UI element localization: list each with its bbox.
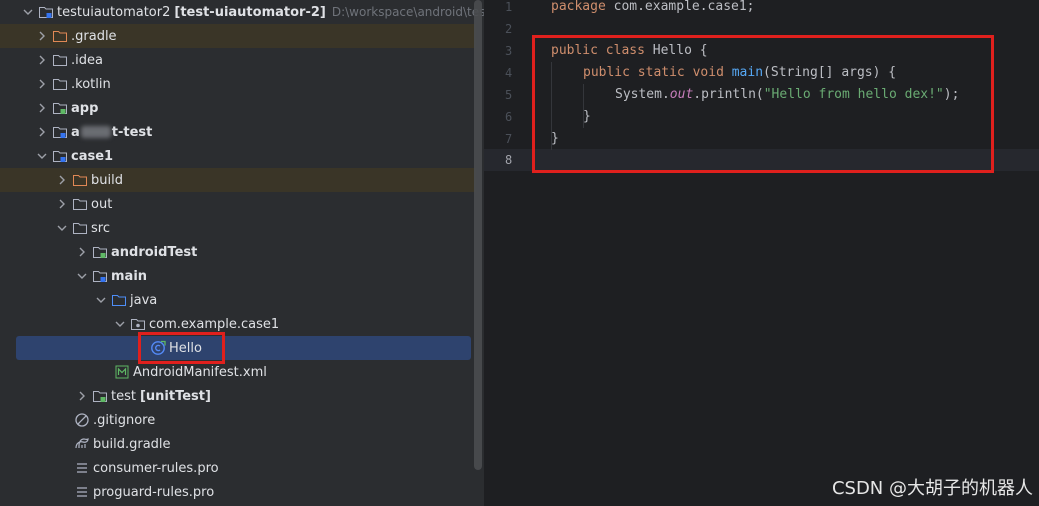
source-folder-icon — [111, 292, 127, 308]
tree-label-source-set: [unitTest] — [139, 388, 211, 404]
tree-label: build.gradle — [93, 436, 171, 452]
tree-label: main — [111, 268, 148, 284]
tree-row-androidtest[interactable]: androidTest — [0, 240, 476, 264]
gitignore-icon — [74, 412, 90, 428]
package-icon — [130, 316, 146, 332]
chevron-down-icon[interactable] — [34, 148, 50, 164]
chevron-right-icon[interactable] — [34, 52, 50, 68]
tree-row-case1[interactable]: case1 — [0, 144, 476, 168]
text-file-icon — [74, 484, 90, 500]
tree-label: .gradle — [71, 28, 117, 44]
tree-label-suffix: t-test — [111, 124, 153, 140]
tree-row-proguard-rules[interactable]: proguard-rules.pro — [0, 480, 476, 504]
module-folder-icon — [52, 148, 68, 164]
tree-row-src[interactable]: src — [0, 216, 476, 240]
code-text: com.example.case1; — [605, 0, 755, 14]
project-tool-window: testuiautomator2 [test-uiautomator-2] D:… — [0, 0, 484, 506]
tree-label: case1 — [71, 148, 114, 164]
code-line-1: package com.example.case1; — [551, 0, 755, 18]
chevron-right-icon[interactable] — [34, 124, 50, 140]
tree-row-blurred-module[interactable]: a t-test — [0, 120, 476, 144]
tree-row-app[interactable]: app — [0, 96, 476, 120]
chevron-right-icon[interactable] — [54, 172, 70, 188]
folder-icon — [72, 196, 88, 212]
folder-icon — [52, 52, 68, 68]
folder-icon — [52, 76, 68, 92]
redaction-blur — [80, 126, 111, 138]
keyword: package — [551, 0, 606, 14]
chevron-right-icon[interactable] — [74, 388, 90, 404]
folder-excluded-icon — [72, 172, 88, 188]
tree-row-gradle-dir[interactable]: .gradle — [0, 24, 476, 48]
module-folder-icon — [38, 4, 54, 20]
tree-label: out — [91, 196, 113, 212]
chevron-down-icon[interactable] — [20, 4, 36, 20]
watermark-text: CSDN @大胡子的机器人 — [831, 478, 1033, 499]
module-folder-icon — [92, 268, 108, 284]
test-source-folder-icon — [92, 388, 108, 404]
tree-label: test — [111, 388, 136, 404]
tree-label: .kotlin — [71, 76, 111, 92]
tree-row-root[interactable]: testuiautomator2 [test-uiautomator-2] D:… — [0, 0, 484, 24]
tree-row-java[interactable]: java — [0, 288, 476, 312]
tree-path-hint: D:\workspace\android\testuiauto — [331, 5, 484, 19]
tree-scrollbar[interactable] — [474, 0, 482, 470]
tree-row-package[interactable]: com.example.case1 — [0, 312, 476, 336]
text-file-icon — [74, 460, 90, 476]
chevron-right-icon[interactable] — [34, 100, 50, 116]
annotation-box-hello — [138, 332, 225, 364]
tree-row-gitignore[interactable]: .gitignore — [0, 408, 476, 432]
tree-label-prefix: a — [71, 124, 80, 140]
chevron-right-icon[interactable] — [74, 244, 90, 260]
tree-row-kotlin[interactable]: .kotlin — [0, 72, 476, 96]
chevron-right-icon[interactable] — [34, 76, 50, 92]
chevron-right-icon[interactable] — [54, 196, 70, 212]
module-folder-icon — [52, 100, 68, 116]
tree-row-hello-selected[interactable]: Hello — [0, 336, 476, 360]
tree-row-test[interactable]: test [unitTest] — [0, 384, 476, 408]
chevron-down-icon[interactable] — [112, 316, 128, 332]
tree-label: app — [71, 100, 99, 116]
chevron-down-icon[interactable] — [93, 292, 109, 308]
module-folder-icon — [52, 124, 68, 140]
tree-row-main[interactable]: main — [0, 264, 476, 288]
annotation-box-code — [532, 35, 994, 173]
tree-label: com.example.case1 — [149, 316, 280, 332]
tree-label: .idea — [71, 52, 103, 68]
tree-row-manifest[interactable]: AndroidManifest.xml — [0, 360, 476, 384]
line-number: 1 — [505, 0, 513, 14]
chevron-down-icon[interactable] — [74, 268, 90, 284]
tree-label: testuiautomator2 — [57, 4, 171, 20]
tree-row-build[interactable]: build — [0, 168, 476, 192]
tree-row-idea[interactable]: .idea — [0, 48, 476, 72]
test-source-folder-icon — [92, 244, 108, 260]
manifest-icon — [114, 364, 130, 380]
folder-icon — [72, 220, 88, 236]
tree-row-consumer-rules[interactable]: consumer-rules.pro — [0, 456, 476, 480]
tree-label: AndroidManifest.xml — [133, 364, 267, 380]
tree-row-out[interactable]: out — [0, 192, 476, 216]
folder-excluded-icon — [52, 28, 68, 44]
tree-label: consumer-rules.pro — [93, 460, 219, 476]
gradle-icon — [74, 436, 90, 452]
chevron-down-icon[interactable] — [54, 220, 70, 236]
selection-highlight — [16, 336, 471, 360]
tree-label: java — [130, 292, 158, 308]
tree-row-build-gradle[interactable]: build.gradle — [0, 432, 476, 456]
tree-label-module-name: [test-uiautomator-2] — [174, 4, 326, 20]
tree-label: build — [91, 172, 123, 188]
tree-label: proguard-rules.pro — [93, 484, 215, 500]
tree-label: .gitignore — [93, 412, 156, 428]
tree-label: src — [91, 220, 110, 236]
tree-label: androidTest — [111, 244, 198, 260]
chevron-right-icon[interactable] — [34, 28, 50, 44]
